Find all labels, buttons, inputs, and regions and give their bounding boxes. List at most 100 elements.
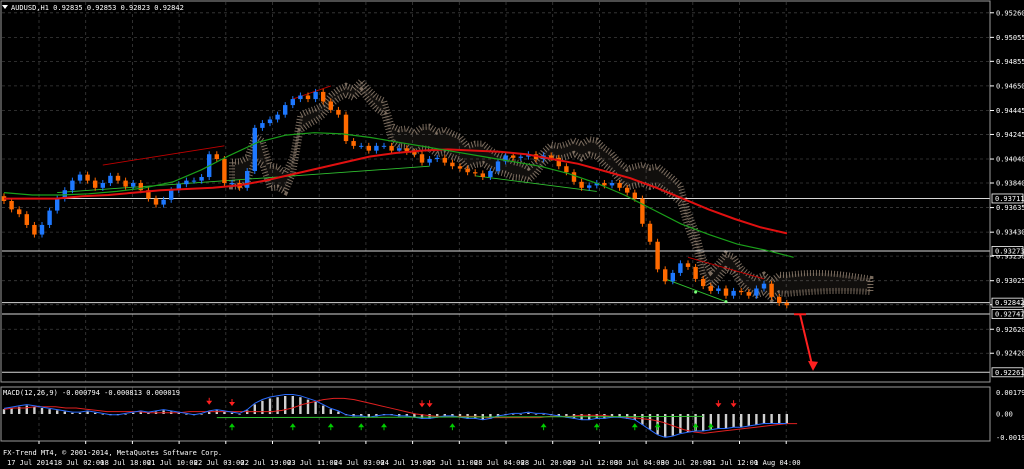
macd-hist-bar <box>40 408 44 414</box>
price-axis: 0.95260 0.95055 0.94855 0.94650 0.94445 0.942… <box>990 9 1024 378</box>
macd-panel <box>2 394 798 438</box>
arrow-down-icon <box>229 402 235 406</box>
candle-body <box>640 198 645 224</box>
candle-body <box>670 272 675 282</box>
macd-hist-bar <box>230 412 234 414</box>
price-label: 0.94245 <box>996 131 1024 139</box>
candle-body <box>609 183 615 186</box>
candle-body <box>328 101 333 110</box>
candle-body <box>222 159 227 184</box>
candle-body <box>290 99 295 106</box>
candle-body <box>70 180 75 191</box>
macd-hist-bar <box>671 414 674 436</box>
macd-hist-bar <box>78 412 82 414</box>
grid <box>2 2 990 441</box>
macd-hist-bar <box>314 402 317 414</box>
price-label: 0.93635 <box>996 204 1024 212</box>
price-label: 0.92420 <box>996 350 1024 358</box>
candle-body <box>275 114 280 120</box>
price-label: 0.94650 <box>996 82 1024 90</box>
price-label: 0.95260 <box>996 9 1024 17</box>
arrow-up-icon <box>289 423 296 428</box>
candle-body <box>511 155 516 158</box>
candle-body <box>131 183 136 187</box>
candle-body <box>260 123 265 128</box>
price-label: 0.94040 <box>996 156 1024 164</box>
price-label: 0.93025 <box>996 277 1024 285</box>
arrow-up-icon <box>358 423 365 428</box>
macd-hist-bar <box>200 414 203 415</box>
price-label: 0.95055 <box>996 34 1024 42</box>
macd-hist-bar <box>534 414 538 415</box>
macd-hist-bar <box>747 414 750 426</box>
pivot-dot <box>694 290 698 294</box>
candle-body <box>245 171 250 188</box>
level-tag-label: 0.92842 <box>995 299 1024 307</box>
candle-body <box>313 91 318 100</box>
arrow-up-icon <box>631 423 638 428</box>
candle-body <box>716 288 721 291</box>
time-label: 22 Jul 03:00 <box>194 459 245 467</box>
macd-hist-bar <box>101 414 104 415</box>
candle-body <box>442 157 447 163</box>
chart-menu-icon[interactable] <box>2 5 8 9</box>
candle-body <box>267 119 273 124</box>
macd-hist-bar <box>755 414 758 425</box>
projection-shaft <box>799 314 814 370</box>
macd-title: MACD(12,26,9) -0.000794 -0.000813 0.0000… <box>3 389 180 397</box>
macd-axis: 0.001797 0.00 -0.001962 <box>996 389 1024 442</box>
time-label: 18 Jul 02:00 <box>54 459 105 467</box>
macd-hist-bar <box>337 411 340 414</box>
candle-body <box>397 148 402 151</box>
candle-body <box>343 114 349 142</box>
arrow-down-icon <box>730 403 737 408</box>
arrow-down-icon <box>426 403 433 408</box>
macd-hist-bar <box>238 414 241 415</box>
candle-body <box>366 145 371 151</box>
candle-body <box>549 155 554 158</box>
level-tag-label: 0.93711 <box>995 195 1024 203</box>
time-label: 23 Jul 11:00 <box>287 459 338 467</box>
macd-main-line <box>3 394 787 438</box>
candle-body <box>685 263 691 267</box>
macd-axis-label: -0.001962 <box>996 434 1024 442</box>
time-label: 31 Jul 12:00 <box>708 459 759 467</box>
cloud-band <box>229 76 874 303</box>
candle-body <box>617 183 622 188</box>
macd-hist-bar <box>740 414 743 428</box>
arrow-up-icon <box>381 423 387 428</box>
macd-hist-bar <box>2 409 6 414</box>
price-label: 0.94855 <box>996 58 1024 66</box>
price-label: 0.92620 <box>996 326 1024 334</box>
candle-body <box>252 127 257 172</box>
candle-body <box>85 174 90 181</box>
macd-hist-bar <box>215 410 218 414</box>
price-label: 0.93840 <box>996 180 1024 188</box>
time-label: 28 Jul 04:00 <box>474 459 525 467</box>
candle-body <box>108 175 113 184</box>
candle-body <box>77 174 83 181</box>
arrow-up-icon <box>229 423 235 428</box>
time-label: 28 Jul 20:00 <box>521 459 572 467</box>
arrow-up-icon <box>692 423 699 428</box>
candle-body <box>419 154 425 163</box>
candle-body <box>39 224 45 235</box>
macd-hist-bar <box>253 404 256 414</box>
candle-body <box>693 266 698 279</box>
macd-hist-bar <box>519 414 522 415</box>
candle-body <box>769 283 774 297</box>
price-label: 0.93430 <box>996 229 1024 237</box>
macd-hist-bar <box>284 396 287 414</box>
macd-hist-bar <box>717 414 720 429</box>
time-label: 29 Jul 12:00 <box>567 459 618 467</box>
candle-body <box>214 154 219 160</box>
candle-body <box>32 224 37 235</box>
trendline-green <box>475 175 597 192</box>
time-label: 17 Jul 2014 <box>7 459 53 467</box>
macd-hist-bar <box>724 414 728 429</box>
trendline-red <box>102 145 225 166</box>
time-label: 21 Jul 10:00 <box>147 459 198 467</box>
arrow-down-icon <box>715 403 722 408</box>
level-tag-label: 0.92747 <box>995 311 1024 319</box>
chart-svg: 0.95260 0.95055 0.94855 0.94650 0.94445 0.942… <box>0 0 1024 467</box>
